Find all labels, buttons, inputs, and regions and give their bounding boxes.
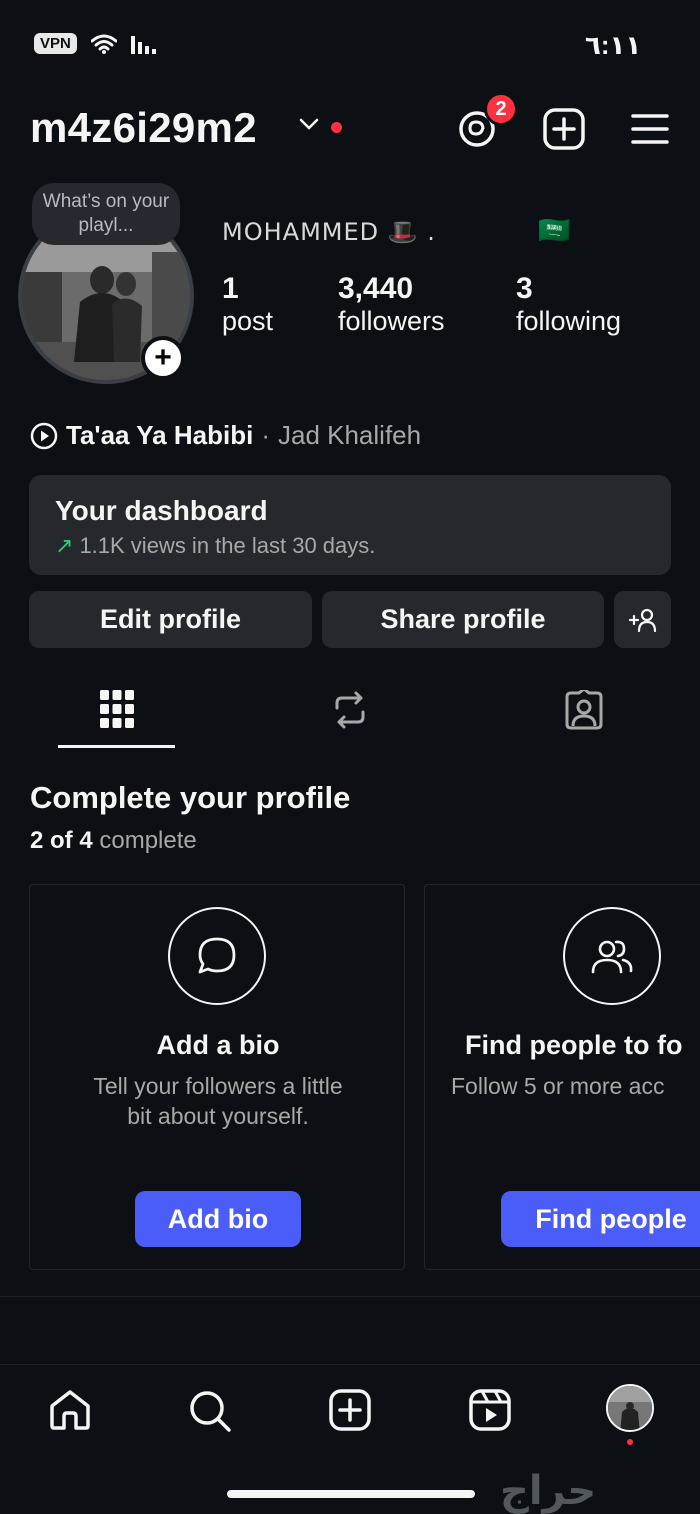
chevron-down-icon[interactable]: [298, 116, 320, 132]
grid-tab-icon[interactable]: [100, 690, 134, 728]
reposts-tab-icon[interactable]: [331, 690, 369, 730]
followers-stat[interactable]: 3,440 followers: [338, 272, 445, 337]
menu-icon[interactable]: [628, 107, 672, 151]
section-divider: [0, 1296, 700, 1297]
professional-dashboard[interactable]: Your dashboard ↗ 1.1K views in the last 3…: [29, 475, 671, 575]
posts-count: 1: [222, 272, 239, 305]
followers-count: 3,440: [338, 272, 414, 305]
unread-dot: [331, 122, 342, 133]
find-people-card-clip: Find people to fo Follow 5 or more acc F…: [424, 884, 700, 1270]
song-title: Ta'aa Ya Habibi: [66, 420, 254, 450]
add-bio-description: Tell your followers a little bit about y…: [30, 1071, 406, 1131]
artist-name: Jad Khalifeh: [277, 420, 422, 450]
note-text: What’s on your playl...: [42, 191, 170, 236]
following-stat[interactable]: 3 following: [516, 272, 621, 337]
share-profile-button[interactable]: Share profile: [322, 591, 604, 648]
find-people-button[interactable]: Find people: [501, 1191, 700, 1247]
active-tab-indicator: [58, 745, 175, 748]
trend-up-icon: ↗: [55, 533, 74, 558]
discover-people-button[interactable]: [614, 591, 671, 648]
add-bio-desc-line1: Tell your followers a little: [93, 1073, 343, 1099]
tab-bar-divider: [0, 1364, 700, 1365]
people-icon-circle: [563, 907, 661, 1005]
reels-icon[interactable]: [468, 1388, 512, 1432]
find-people-title: Find people to fo: [465, 1030, 683, 1060]
complete-profile-title: Complete your profile: [30, 780, 351, 815]
add-bio-button[interactable]: Add bio: [135, 1191, 301, 1247]
signal-icon: [130, 35, 156, 54]
notification-badge: 2: [484, 92, 518, 126]
following-count: 3: [516, 272, 533, 305]
progress-suffix: complete: [99, 827, 197, 854]
create-icon[interactable]: [328, 1388, 372, 1432]
home-indicator[interactable]: [227, 1490, 475, 1498]
flag-emoji: 🇸🇦: [538, 216, 571, 246]
profile-tab-dot: [627, 1439, 633, 1445]
add-bio-title: Add a bio: [156, 1030, 280, 1060]
add-person-icon: [628, 608, 656, 632]
find-people-card: Find people to fo Follow 5 or more acc F…: [424, 884, 700, 1270]
search-icon[interactable]: [187, 1388, 233, 1434]
add-story-button[interactable]: +: [141, 336, 185, 380]
dashboard-views: 1.1K views in the last 30 days.: [79, 533, 376, 558]
note-bubble[interactable]: What’s on your playl...: [32, 183, 180, 245]
people-icon: [591, 940, 633, 974]
dashboard-subtitle: ↗ 1.1K views in the last 30 days.: [55, 533, 645, 559]
progress-count: 2 of 4: [30, 827, 93, 854]
followers-label: followers: [338, 306, 445, 336]
dashboard-title: Your dashboard: [55, 495, 268, 526]
home-icon[interactable]: [48, 1388, 92, 1432]
status-time: ٦:١١: [585, 30, 642, 60]
tagged-tab-icon[interactable]: [563, 690, 605, 730]
profile-tab-avatar[interactable]: [606, 1384, 654, 1432]
add-bio-card: Add a bio Tell your followers a little b…: [29, 884, 405, 1270]
bio-icon-circle: [168, 907, 266, 1005]
profile-tab-photo: [608, 1386, 652, 1430]
vpn-badge: VPN: [34, 33, 77, 54]
following-label: following: [516, 306, 622, 336]
posts-label: post: [222, 306, 274, 336]
create-post-icon[interactable]: [542, 107, 586, 151]
watermark-logo: حراج: [500, 1468, 597, 1514]
status-icons: VPN: [34, 33, 157, 54]
posts-stat[interactable]: 1 post: [222, 272, 273, 337]
username[interactable]: m4z6i29m2: [30, 104, 257, 152]
profile-music[interactable]: Ta'aa Ya Habibi · Jad Khalifeh: [30, 420, 421, 451]
play-icon: [30, 422, 58, 449]
complete-profile-progress: 2 of 4 complete: [30, 827, 197, 855]
speech-bubble-icon: [198, 937, 236, 974]
wifi-icon: [90, 34, 117, 54]
edit-profile-button[interactable]: Edit profile: [29, 591, 312, 648]
music-separator: ·: [261, 420, 270, 450]
add-bio-desc-line2: bit about yourself.: [127, 1103, 309, 1129]
display-name: MOHAMMED 🎩 .: [222, 218, 436, 246]
find-people-desc-line1: Follow 5 or more acc: [451, 1073, 665, 1099]
